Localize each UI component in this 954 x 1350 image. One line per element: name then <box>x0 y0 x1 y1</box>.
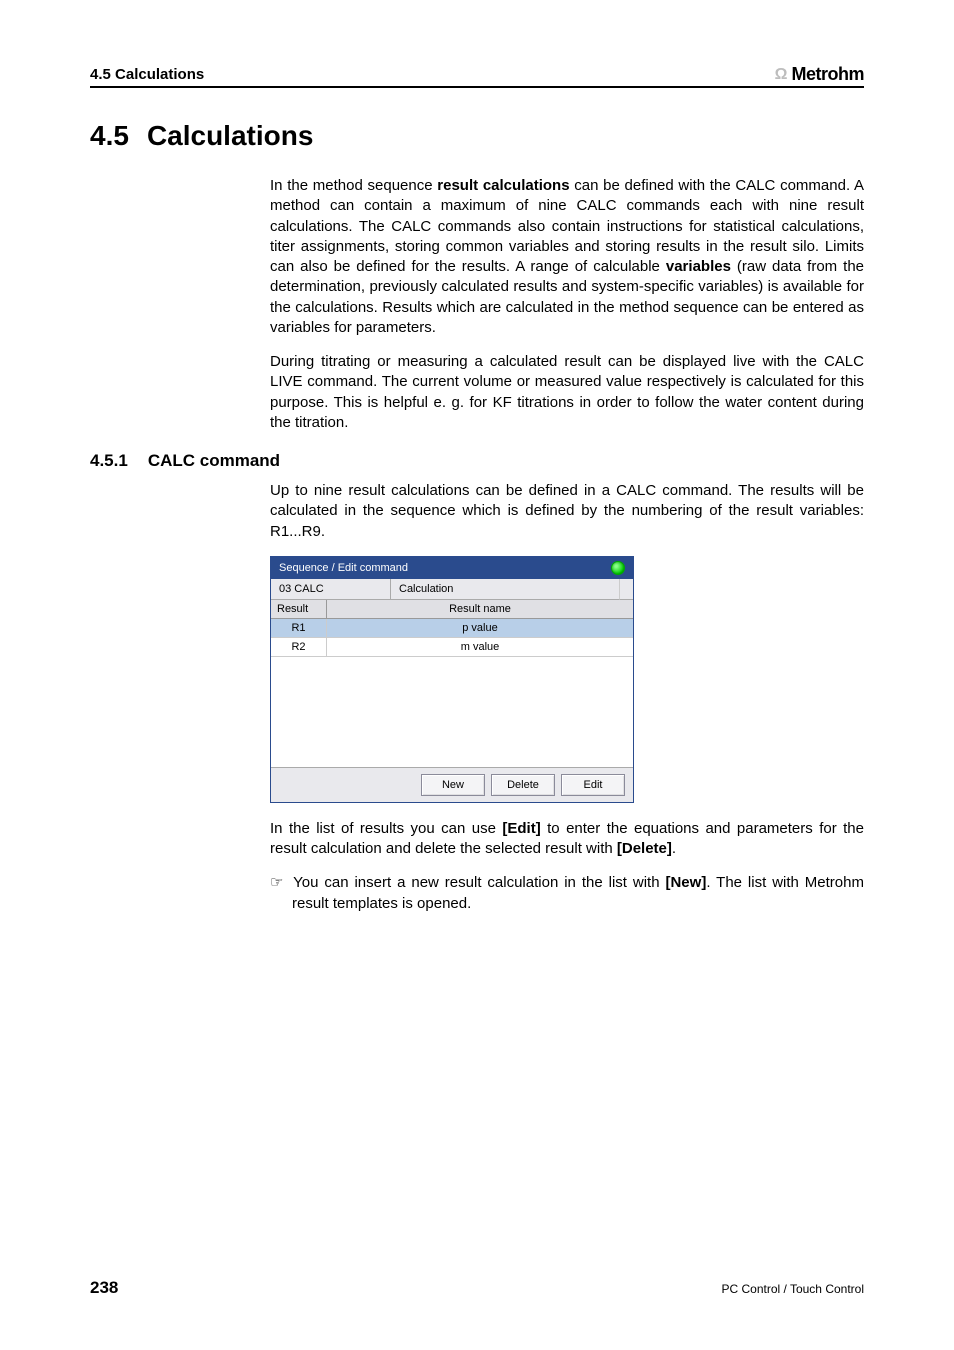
results-table-header: Result Result name <box>271 600 633 619</box>
section-paragraph-1: In the method sequence result calculatio… <box>270 176 864 338</box>
col-header-result: Result <box>271 600 327 618</box>
page-footer: 238 PC Control / Touch Control <box>90 1278 864 1298</box>
cell-result-name: m value <box>327 638 633 656</box>
page-number: 238 <box>90 1278 118 1298</box>
results-table: Result Result name R1 p value R2 m value <box>271 600 633 767</box>
new-button[interactable]: New <box>421 774 485 796</box>
subsection-title-text: CALC command <box>148 451 280 470</box>
brand-text: Metrohm <box>792 64 865 85</box>
panel-info-row: 03 CALC Calculation <box>271 579 633 600</box>
edit-button[interactable]: Edit <box>561 774 625 796</box>
section-paragraph-2: During titrating or measuring a calculat… <box>270 352 864 433</box>
cell-result-name: p value <box>327 619 633 637</box>
subsection-paragraph-1: Up to nine result calculations can be de… <box>270 481 864 542</box>
col-header-name: Result name <box>327 600 633 618</box>
after-panel-paragraph-1: In the list of results you can use [Edit… <box>270 819 864 860</box>
note-line: ☞ You can insert a new result calculatio… <box>270 873 864 914</box>
subsection-number: 4.5.1 <box>90 451 128 470</box>
footer-product-name: PC Control / Touch Control <box>721 1282 864 1296</box>
header-section-label: 4.5 Calculations <box>90 66 204 83</box>
panel-title-text: Sequence / Edit command <box>279 562 408 574</box>
page-header: 4.5 Calculations Ω Metrohm <box>90 64 864 88</box>
pointer-hand-icon: ☞ <box>270 874 283 891</box>
delete-button[interactable]: Delete <box>491 774 555 796</box>
tab-scroll-stub <box>619 579 633 600</box>
subsection-heading: 4.5.1 CALC command <box>90 451 864 471</box>
section-number: 4.5 <box>90 120 129 151</box>
cell-result-id: R2 <box>271 638 327 656</box>
panel-titlebar: Sequence / Edit command <box>271 557 633 579</box>
tab-calculation[interactable]: Calculation <box>391 579 619 600</box>
brand-logo: Ω Metrohm <box>775 64 864 85</box>
results-empty-area <box>271 657 633 767</box>
brand-omega-icon: Ω <box>775 66 788 84</box>
table-row[interactable]: R2 m value <box>271 638 633 657</box>
section-heading: 4.5 Calculations <box>90 120 864 152</box>
section-title-text: Calculations <box>147 120 313 151</box>
cell-result-id: R1 <box>271 619 327 637</box>
status-indicator-icon <box>611 561 625 575</box>
edit-command-panel: Sequence / Edit command 03 CALC Calculat… <box>270 556 634 803</box>
step-cell: 03 CALC <box>271 579 391 600</box>
table-row[interactable]: R1 p value <box>271 619 633 638</box>
panel-footer: New Delete Edit <box>271 767 633 802</box>
